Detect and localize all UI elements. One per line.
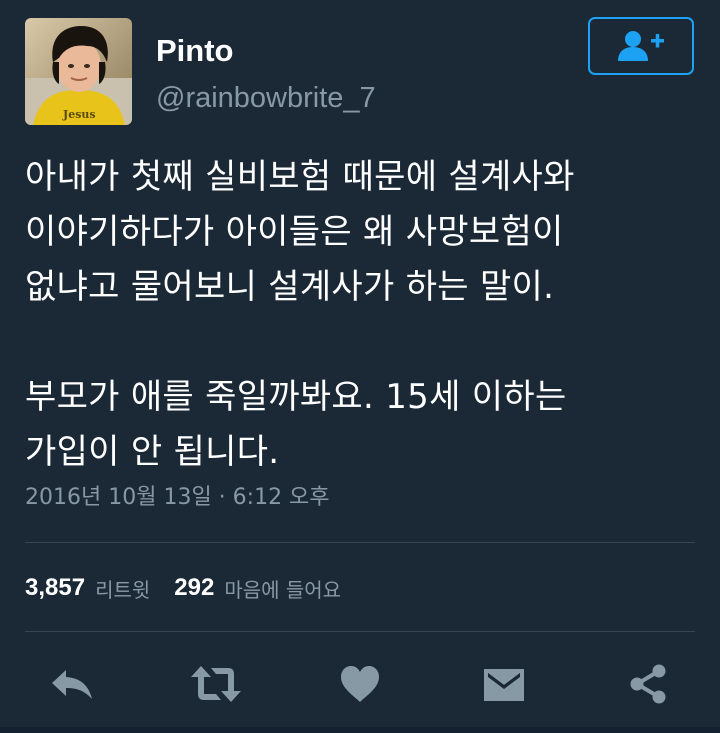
follow-button[interactable] [588, 17, 694, 75]
heart-icon [341, 666, 379, 702]
envelope-icon [484, 669, 524, 701]
like-button[interactable] [332, 656, 388, 712]
like-stat[interactable]: 292 마음에 들어요 [174, 574, 341, 603]
retweet-label: 리트윗 [95, 577, 151, 602]
reply-button[interactable] [44, 656, 100, 712]
divider [25, 542, 695, 543]
bottom-bar [0, 727, 720, 733]
avatar[interactable]: Jesus [25, 18, 132, 125]
retweet-stat[interactable]: 3,857 리트윗 [25, 574, 150, 603]
tweet-stats: 3,857 리트윗 292 마음에 들어요 [25, 570, 365, 606]
tweet-timestamp[interactable]: 2016년 10월 13일 · 6:12 오후 [25, 482, 330, 514]
message-button[interactable] [476, 656, 532, 712]
display-name[interactable]: Pinto [156, 32, 234, 70]
like-label: 마음에 들어요 [224, 577, 342, 602]
tweet-text: 아내가 첫째 실비보험 때문에 설계사와 이야기하다가 아이들은 왜 사망보험이… [25, 157, 575, 472]
share-button[interactable] [620, 656, 676, 712]
retweet-count: 3,857 [25, 574, 86, 601]
retweet-icon [191, 666, 241, 702]
like-count: 292 [174, 574, 215, 601]
user-handle[interactable]: @rainbowbrite_7 [156, 80, 376, 116]
tweet-actions [0, 656, 720, 712]
divider [25, 631, 695, 632]
svg-text:Jesus: Jesus [62, 108, 96, 121]
share-icon [630, 664, 666, 704]
reply-icon [52, 670, 92, 699]
tweet-detail: Jesus Pinto @rainbowbrite_7 아내가 첫째 실비보험 … [0, 0, 720, 733]
add-user-icon [618, 31, 664, 61]
retweet-button[interactable] [188, 656, 244, 712]
